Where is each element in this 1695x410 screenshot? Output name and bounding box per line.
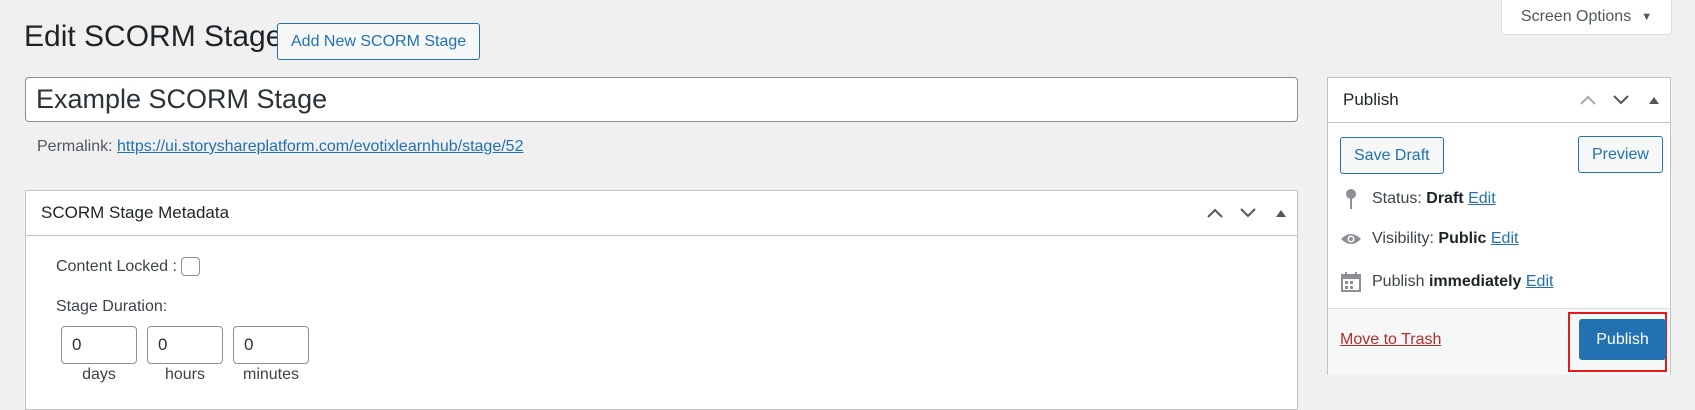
content-locked-label: Content Locked :	[56, 257, 177, 275]
publish-box: Publish Save Draft Preview Status: Draft…	[1327, 77, 1671, 375]
move-to-trash-link[interactable]: Move to Trash	[1340, 331, 1441, 349]
edit-visibility-link[interactable]: Edit	[1491, 230, 1519, 247]
visibility-row: Visibility: Public Edit	[1340, 230, 1518, 248]
move-down-icon[interactable]	[1604, 78, 1637, 122]
caret-down-icon: ▼	[1641, 11, 1653, 23]
permalink-label: Permalink:	[37, 138, 113, 155]
save-draft-button[interactable]: Save Draft	[1340, 137, 1444, 174]
duration-minutes-input[interactable]: 0	[233, 326, 309, 364]
publish-value: immediately	[1428, 273, 1522, 290]
duration-days-input[interactable]: 0	[61, 326, 137, 364]
collapse-toggle-icon[interactable]	[1264, 191, 1297, 235]
publish-box-title: Publish	[1343, 90, 1399, 109]
metadata-box-header: SCORM Stage Metadata	[26, 191, 1297, 236]
stage-duration-label: Stage Duration:	[56, 298, 168, 315]
edit-schedule-link[interactable]: Edit	[1526, 273, 1554, 290]
page-title: Edit SCORM Stage	[24, 20, 283, 53]
publish-button[interactable]: Publish	[1579, 319, 1666, 360]
metadata-box-controls	[1198, 191, 1297, 235]
move-up-icon[interactable]	[1198, 191, 1231, 235]
post-title-input[interactable]: Example SCORM Stage	[25, 77, 1298, 122]
status-row: Status: Draft Edit	[1340, 188, 1496, 210]
metadata-box-title: SCORM Stage Metadata	[41, 203, 230, 222]
major-publishing-actions: Move to Trash Publish	[1328, 308, 1670, 375]
status-label: Status:	[1372, 190, 1422, 207]
status-value: Draft	[1426, 190, 1464, 207]
duration-days-label: days	[82, 366, 116, 383]
content-locked-checkbox[interactable]	[180, 257, 200, 276]
pin-icon	[1340, 188, 1362, 210]
duration-hours-label: hours	[164, 366, 206, 383]
preview-button[interactable]: Preview	[1578, 136, 1663, 173]
publish-label: Publish	[1372, 273, 1425, 290]
schedule-row: Publish immediately Edit	[1340, 272, 1553, 292]
content-locked-row: Content Locked :	[56, 257, 200, 276]
publish-box-controls	[1571, 78, 1670, 122]
visibility-label: Visibility:	[1372, 230, 1434, 247]
move-up-icon[interactable]	[1571, 78, 1604, 122]
collapse-toggle-icon[interactable]	[1637, 78, 1670, 122]
add-new-button[interactable]: Add New SCORM Stage	[277, 23, 481, 60]
screen-options-label: Screen Options	[1520, 8, 1632, 25]
eye-icon	[1340, 232, 1362, 246]
duration-hours-input[interactable]: 0	[147, 326, 223, 364]
visibility-value: Public	[1438, 230, 1487, 247]
permalink: Permalink: https://ui.storyshareplatform…	[37, 138, 523, 156]
permalink-link[interactable]: https://ui.storyshareplatform.com/evotix…	[117, 138, 523, 155]
move-down-icon[interactable]	[1231, 191, 1264, 235]
scorm-metadata-box: SCORM Stage Metadata Content Locked : St…	[25, 190, 1298, 410]
duration-minutes-label: minutes	[242, 366, 300, 383]
publish-box-header: Publish	[1328, 78, 1670, 123]
edit-status-link[interactable]: Edit	[1468, 190, 1496, 207]
calendar-icon	[1340, 272, 1362, 292]
screen-options-button[interactable]: Screen Options ▼	[1501, 0, 1672, 35]
